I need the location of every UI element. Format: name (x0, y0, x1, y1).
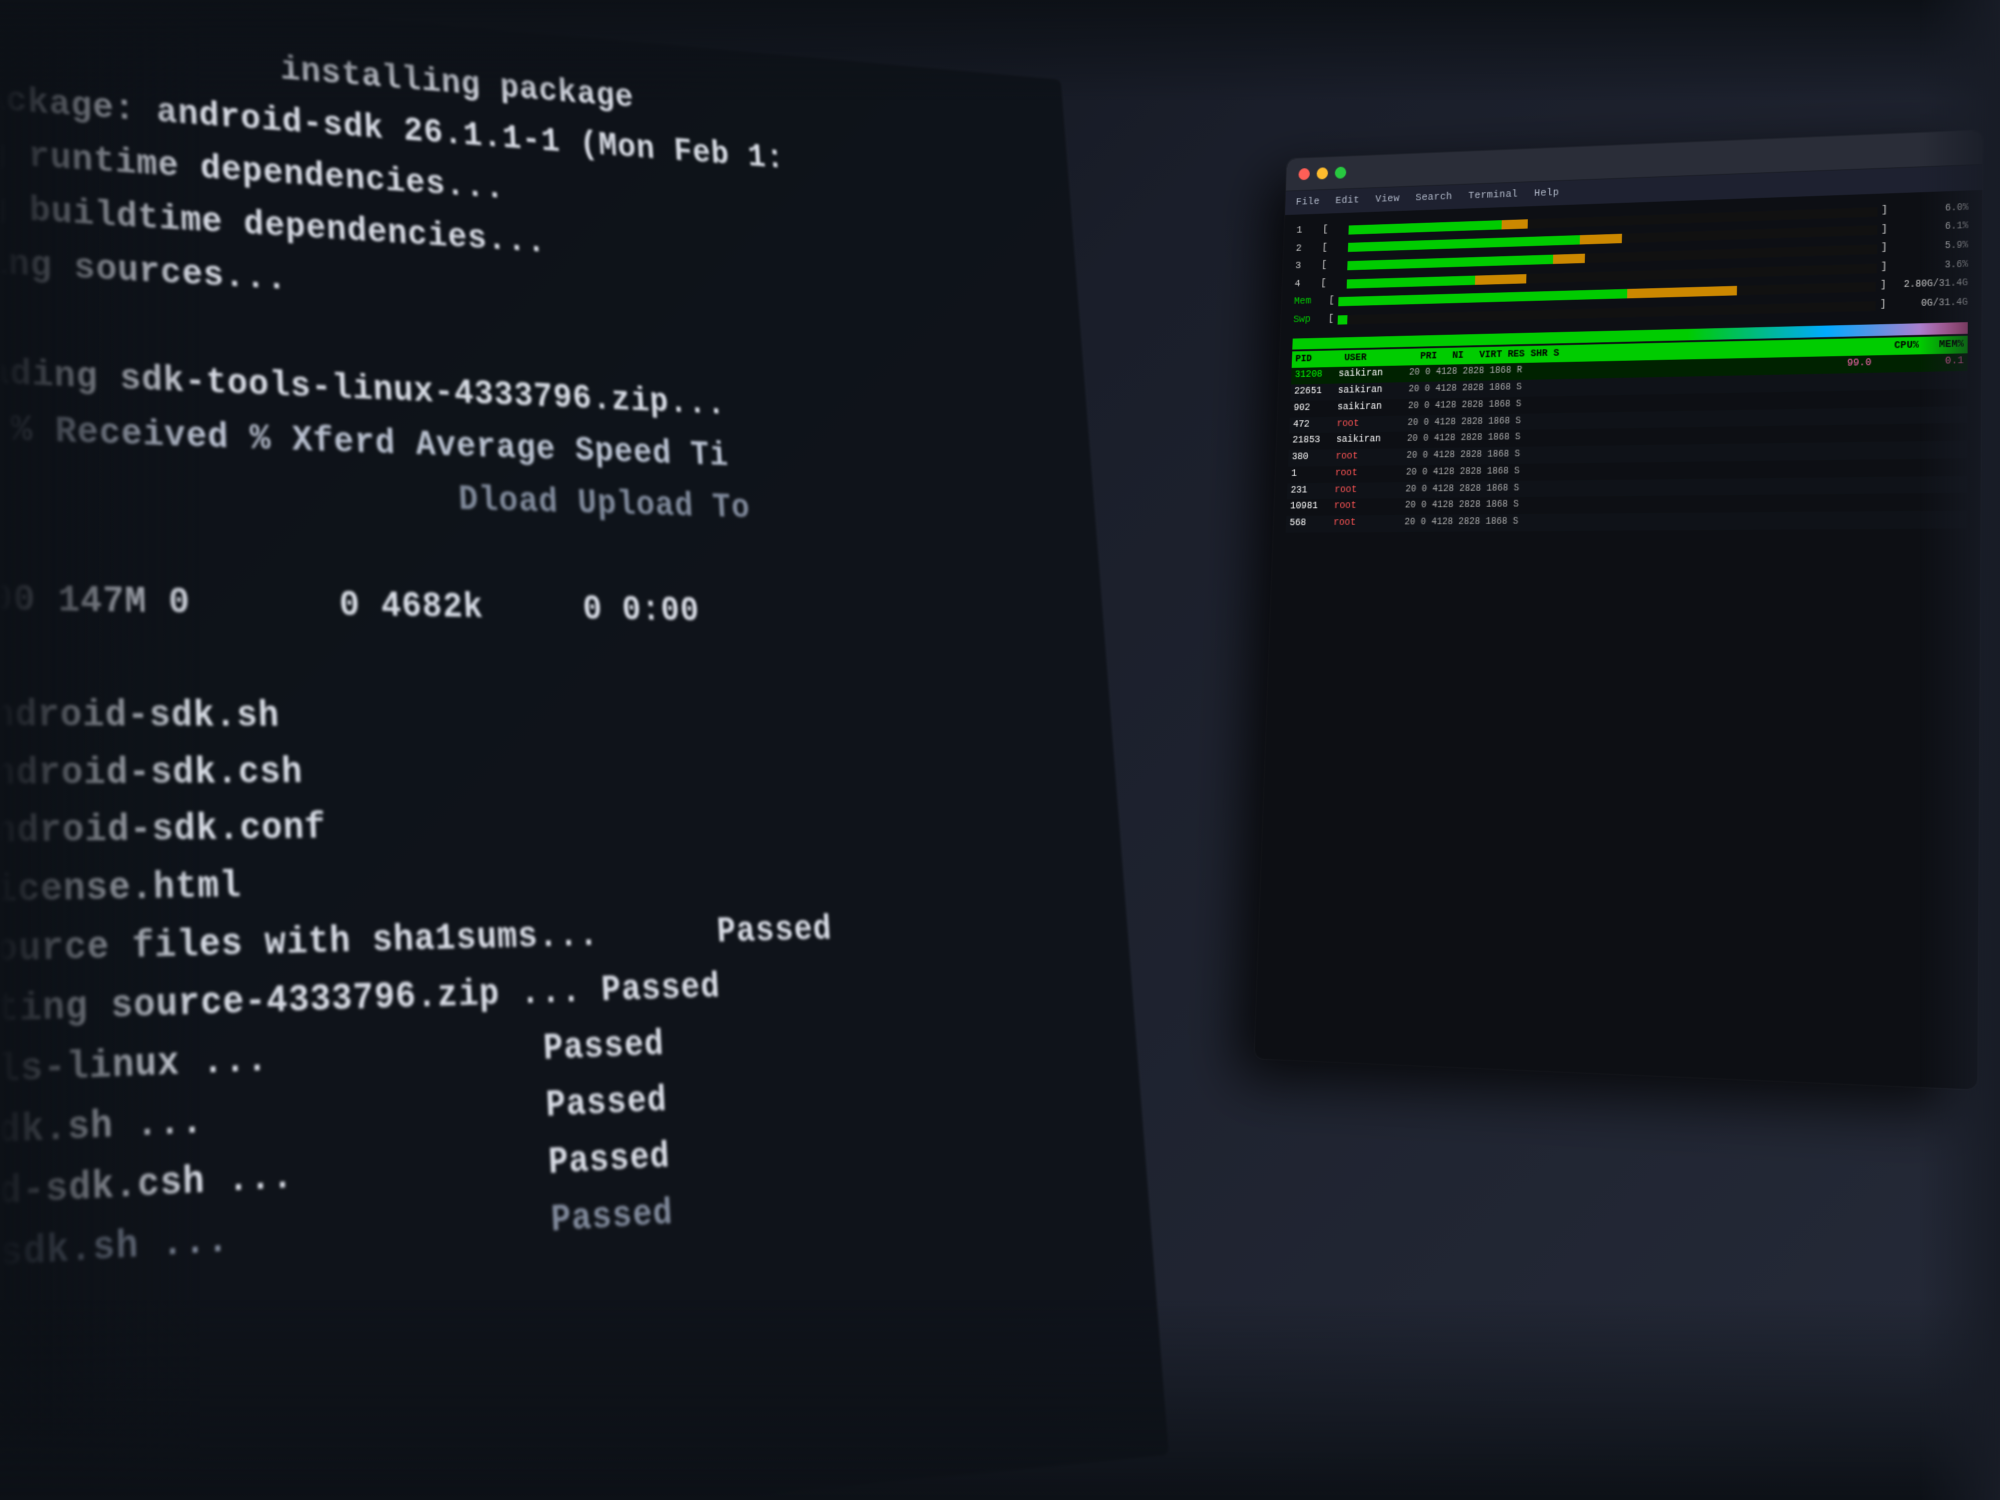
background-terminal: installing package package: android-sdk … (0, 0, 1169, 1500)
terminal-body: 1 [ ] 6.0% 2 [ ] 6.1% 3 [ ] 5.9% 4 [ ] (1254, 190, 1982, 1090)
maximize-dot[interactable] (1335, 167, 1347, 179)
close-dot[interactable] (1298, 168, 1310, 180)
foreground-terminal: File Edit View Search Terminal Help 1 [ … (1254, 130, 1982, 1089)
desktop-scene: installing package package: android-sdk … (0, 0, 2000, 1500)
minimize-dot[interactable] (1316, 167, 1328, 179)
